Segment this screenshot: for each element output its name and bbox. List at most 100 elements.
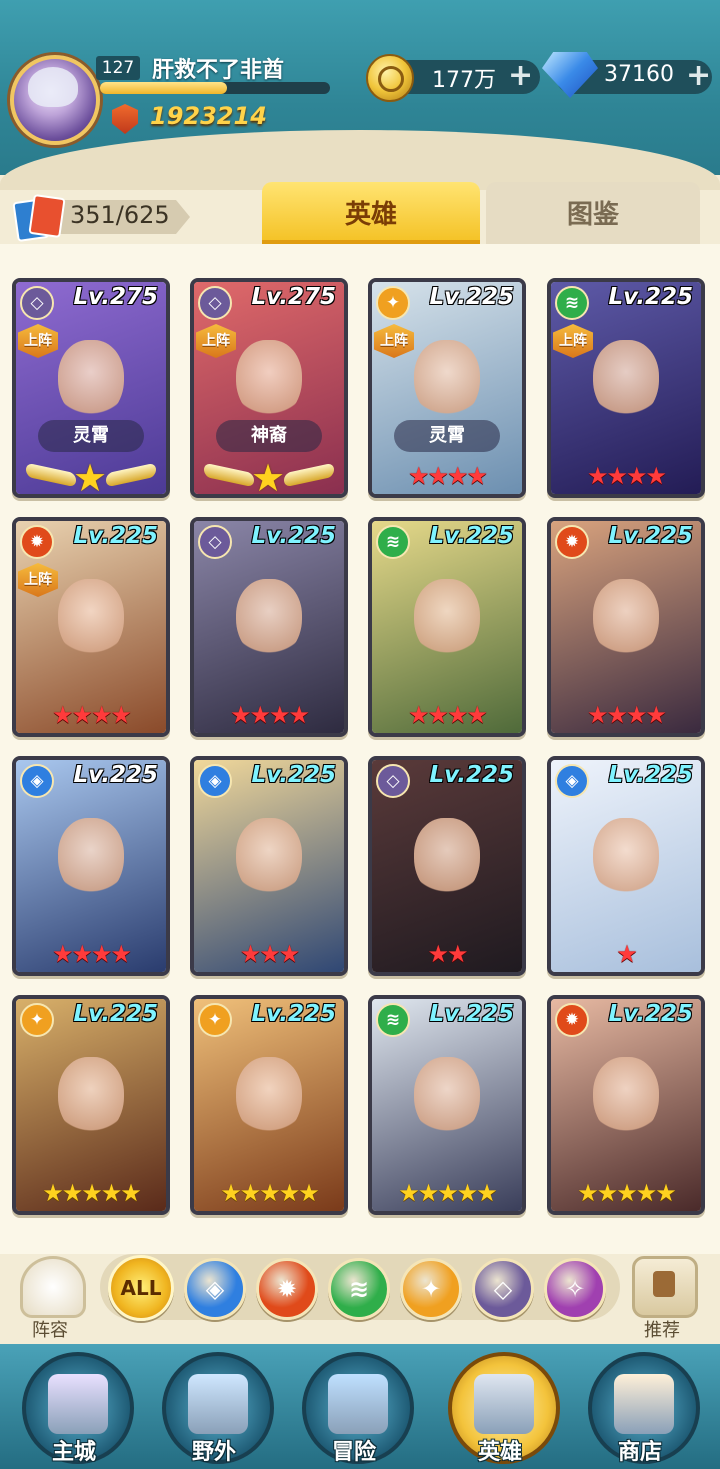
star-icon: ★: [577, 1179, 598, 1207]
castle-icon: [48, 1374, 108, 1434]
player-avatar[interactable]: [10, 55, 100, 145]
hero-level: Lv.225: [608, 1001, 693, 1027]
lineup-button[interactable]: [20, 1256, 86, 1318]
hero-card[interactable]: ≋ Lv.225 ★★★★: [368, 517, 526, 737]
filter-light-button[interactable]: ✦: [400, 1258, 462, 1320]
player-level: 127: [96, 56, 140, 80]
hero-card[interactable]: ◈ Lv.225 ★★★★: [12, 756, 170, 976]
filter-dark-button[interactable]: ◇: [472, 1258, 534, 1320]
faction-fire-icon: ✹: [555, 1003, 589, 1037]
star-icon: ★: [447, 701, 468, 729]
hero-level: Lv.225: [429, 523, 514, 549]
hero-card[interactable]: ◈ Lv.225 ★★★: [190, 756, 348, 976]
star-icon: ★: [586, 462, 608, 490]
recommend-label: 推荐: [644, 1320, 680, 1341]
hero-face: [58, 1057, 124, 1137]
star-icon: ★: [606, 701, 627, 729]
star-icon: ★: [626, 701, 647, 729]
hero-card[interactable]: ◇ Lv.225 ★★: [368, 756, 526, 976]
hero-card[interactable]: ◈ Lv.225 ★: [547, 756, 705, 976]
star-icon: ★: [249, 701, 270, 729]
faction-fire-icon: ✹: [555, 525, 589, 559]
faction-dark-icon: ◇: [198, 525, 232, 559]
star-icon: ★: [645, 462, 667, 490]
faction-fire-icon: ✹: [20, 525, 54, 559]
filter-water-button[interactable]: ◈: [184, 1258, 246, 1320]
faction-dark-icon: ◇: [20, 286, 54, 320]
star-rating: ★★★★: [551, 462, 701, 490]
faction-nature-icon: ≋: [555, 286, 589, 320]
star-icon: ★: [655, 1179, 676, 1207]
star-icon: ★: [427, 462, 448, 490]
hero-card[interactable]: ✦ Lv.225 ★★★★★: [12, 995, 170, 1215]
gold-coin-icon: [366, 54, 414, 102]
hero-face: [236, 818, 302, 898]
hero-face: [58, 818, 124, 898]
star-icon: ★: [110, 940, 132, 968]
hero-level: Lv.225: [608, 523, 693, 549]
hero-face: [236, 340, 302, 420]
star-icon: ★: [278, 940, 300, 968]
tab-heroes[interactable]: 英雄: [262, 182, 480, 244]
hero-level: Lv.225: [73, 762, 158, 788]
star-icon: ★: [51, 940, 73, 968]
hero-level: Lv.225: [251, 762, 336, 788]
add-gems-button[interactable]: +: [686, 61, 711, 91]
faction-dark-icon: ◇: [376, 764, 410, 798]
star-icon: ★: [466, 701, 488, 729]
star-icon: ★: [259, 940, 280, 968]
helmet-icon: [474, 1374, 534, 1434]
faction-water-icon: ◈: [20, 764, 54, 798]
hero-face: [593, 818, 659, 898]
hero-level: Lv.225: [251, 523, 336, 549]
thumbs-up-icon: [653, 1271, 675, 1297]
star-icon: ★: [278, 1179, 300, 1207]
nav-label: 主城: [51, 1440, 96, 1465]
hero-level: Lv.225: [429, 284, 514, 310]
hero-card[interactable]: ≋ Lv.225 ★★★★★: [368, 995, 526, 1215]
hero-face: [414, 579, 480, 659]
player-name: 肝救不了非酋: [152, 58, 285, 83]
filter-nature-button[interactable]: ≋: [328, 1258, 390, 1320]
star-icon: ★: [288, 701, 310, 729]
star-icon: ★: [71, 940, 92, 968]
filter-arcane-button[interactable]: ✧: [544, 1258, 606, 1320]
nav-label: 商店: [617, 1440, 662, 1465]
star-rating: ★: [551, 940, 701, 968]
hero-card[interactable]: ◇ Lv.275 上阵 神裔 ★: [190, 278, 348, 498]
hero-face: [58, 579, 124, 659]
star-icon: ★: [220, 1179, 241, 1207]
hero-card[interactable]: ◇ Lv.225 ★★★★: [190, 517, 348, 737]
hero-card[interactable]: ✹ Lv.225 上阵 ★★★★: [12, 517, 170, 737]
star-icon: ★: [61, 1179, 83, 1207]
nav-label: 野外: [191, 1440, 236, 1465]
hero-card[interactable]: ≋ Lv.225 上阵 ★★★★: [547, 278, 705, 498]
star-icon: ★: [427, 701, 448, 729]
faction-water-icon: ◈: [198, 764, 232, 798]
hero-card[interactable]: ◇ Lv.275 上阵 灵霄 ★: [12, 278, 170, 498]
filter-all-button[interactable]: ALL: [108, 1255, 174, 1321]
hero-face: [58, 340, 124, 420]
star-rating: ★★★★★: [372, 1179, 522, 1207]
star-icon: ★: [596, 1179, 618, 1207]
hero-card[interactable]: ✦ Lv.225 ★★★★★: [190, 995, 348, 1215]
filter-fire-button[interactable]: ✹: [256, 1258, 318, 1320]
hero-level: Lv.225: [73, 523, 158, 549]
hero-card[interactable]: ✹ Lv.225 ★★★★: [547, 517, 705, 737]
tab-codex[interactable]: 图鉴: [486, 182, 700, 244]
star-icon: ★: [259, 1179, 280, 1207]
avatar-hair: [28, 67, 78, 107]
hero-card[interactable]: ✦ Lv.225 上阵 灵霄 ★★★★: [368, 278, 526, 498]
recommend-button[interactable]: [632, 1256, 698, 1318]
hero-face: [414, 818, 480, 898]
star-icon: ★: [42, 1179, 63, 1207]
winged-star-icon: ★: [26, 456, 156, 494]
faction-dark-icon: ◇: [198, 286, 232, 320]
hero-face: [593, 579, 659, 659]
hero-card[interactable]: ✹ Lv.225 ★★★★★: [547, 995, 705, 1215]
star-icon: ★: [407, 462, 429, 490]
add-gold-button[interactable]: +: [508, 61, 533, 91]
hero-title-badge: 灵霄: [38, 420, 144, 452]
lineup-label: 阵容: [32, 1320, 68, 1341]
star-icon: ★: [437, 1179, 458, 1207]
